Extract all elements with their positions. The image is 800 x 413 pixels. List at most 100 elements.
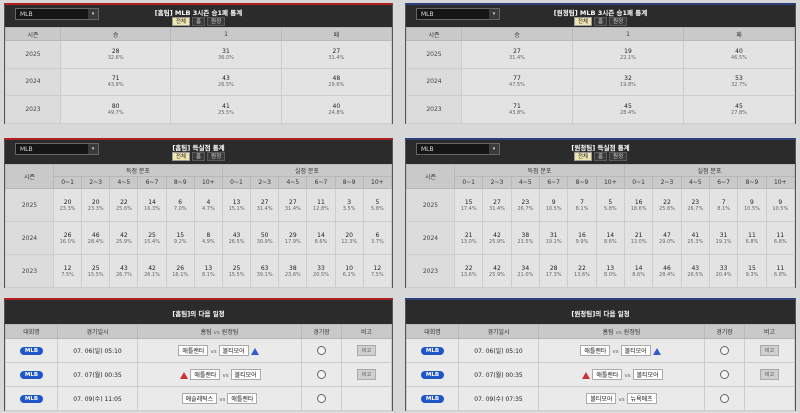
away-team[interactable]: 볼티모어 <box>620 345 651 356</box>
col-range: 2~3 <box>652 176 682 189</box>
home-team[interactable]: 볼티모어 <box>586 393 617 404</box>
table-row: MLB 07. 09(수) 11:05 애슬레틱스 vs 애틀랜타 <box>5 386 392 411</box>
table-row: 2024 21 13.0% 42 25.9% 38 23.5% 31 19.1% 16 9.9% 14… <box>406 221 796 255</box>
score-cell: 28 17.3% <box>538 254 569 288</box>
score-cell: 10 6.2% <box>334 254 364 288</box>
table-row: MLB 07. 06(일) 05:10 애틀랜타 vs 볼티모어 비고 <box>5 338 392 363</box>
col-match: 홈팀 vs 원정팀 <box>538 324 705 339</box>
score-cell: 14 8.6% <box>623 254 654 288</box>
score-cell: 15 17.4% <box>453 188 484 222</box>
match-cell: 애틀랜타 vs 볼티모어 <box>137 362 302 387</box>
col-range: 8~9 <box>165 176 195 189</box>
tab-all[interactable]: 전체 <box>171 152 190 161</box>
score-cell: 20 23.3% <box>52 188 83 222</box>
home-team[interactable]: 애틀랜타 <box>178 345 209 356</box>
home-team[interactable]: 애슬레틱스 <box>181 393 218 404</box>
score-cell: 12 7.5% <box>52 254 83 288</box>
score-cell: 46 28.4% <box>81 221 111 255</box>
away-team[interactable]: 볼티모어 <box>632 369 663 380</box>
score-cell: 23 26.7% <box>510 188 540 222</box>
home-team[interactable]: 애틀랜타 <box>580 345 611 356</box>
away-team[interactable]: 볼티모어 <box>230 369 261 380</box>
score-cell: 13 8.0% <box>595 254 625 288</box>
score-cell: 20 23.3% <box>81 188 111 222</box>
score-cell: 15 9.2% <box>165 221 195 255</box>
table-row: 2024 26 16.0% 46 28.4% 42 25.9% 25 15.4% 15 9.2% 8 4… <box>5 221 393 255</box>
home-team[interactable]: 애틀랜타 <box>190 369 221 380</box>
note-button[interactable]: 비고 <box>356 369 377 380</box>
table-row: 2024 77 47.5% 32 19.8% 53 32.7% <box>406 67 795 97</box>
tab-away[interactable]: 원정 <box>609 152 628 161</box>
table-row: MLB 07. 07(월) 00:35 애틀랜타 vs 볼티모어 비고 <box>5 362 392 387</box>
col-range: 0~1 <box>52 176 83 189</box>
table-row: 2023 71 43.8% 45 28.4% 45 27.8% <box>406 95 795 124</box>
score-cell: 46 28.4% <box>652 254 682 288</box>
table-row: 2023 12 7.5% 25 15.5% 43 26.7% 42 26.1% 26 16.1% 13… <box>5 254 393 288</box>
tab-all[interactable]: 전체 <box>171 17 190 26</box>
away-team[interactable]: 볼티모어 <box>218 345 249 356</box>
score-cell: 33 20.4% <box>708 254 739 288</box>
col-range: 6~7 <box>137 176 167 189</box>
col-range: 0~1 <box>623 176 654 189</box>
score-cell: 38 23.6% <box>278 254 308 288</box>
score-cell: 33 20.5% <box>306 254 336 288</box>
baseball-icon[interactable] <box>720 370 729 379</box>
match-cell: 애틀랜타 vs 볼티모어 <box>538 338 705 363</box>
season-cell: 2025 <box>5 188 54 222</box>
score-cell: 4 4.7% <box>193 188 223 222</box>
pitcher-icon <box>582 372 591 379</box>
tab-home[interactable]: 홈 <box>191 152 206 161</box>
note-button[interactable]: 비고 <box>759 345 780 356</box>
tab-home[interactable]: 홈 <box>191 17 206 26</box>
tab-away[interactable]: 원정 <box>207 17 226 26</box>
score-cell: 13 15.1% <box>221 188 252 222</box>
col-range: 4~5 <box>680 176 710 189</box>
col-draw: 1 <box>572 27 684 41</box>
baseball-icon[interactable] <box>317 370 326 379</box>
score-cell: 27 31.4% <box>278 188 308 222</box>
league-badge: MLB <box>420 370 445 379</box>
score-cell: 26 16.1% <box>165 254 195 288</box>
score-cell: 41 25.3% <box>680 221 710 255</box>
tab-all[interactable]: 전체 <box>573 17 592 26</box>
col-scored: 득점 분포 <box>454 164 625 177</box>
score-cell: 22 25.6% <box>652 188 682 222</box>
score-cell: 14 8.6% <box>306 221 336 255</box>
match-cell: 애슬레틱스 vs 애틀랜타 <box>137 386 302 411</box>
score-cell: 7 8.1% <box>708 188 739 222</box>
tab-group: 전체 홈 원정 <box>5 152 392 161</box>
col-venue: 경기장 <box>301 324 342 339</box>
col-range: 6~7 <box>708 176 739 189</box>
score-cell: 16 9.9% <box>567 221 597 255</box>
col-range: 8~9 <box>567 176 597 189</box>
score-cell: 6 3.7% <box>362 221 393 255</box>
baseball-icon[interactable] <box>317 346 326 355</box>
tab-away[interactable]: 원정 <box>609 17 628 26</box>
tab-home[interactable]: 홈 <box>593 17 608 26</box>
match-date: 07. 07(월) 00:35 <box>458 362 539 387</box>
note-button[interactable]: 비고 <box>759 369 780 380</box>
col-range: 4~5 <box>278 176 308 189</box>
score-cell: 22 13.6% <box>567 254 597 288</box>
tab-all[interactable]: 전체 <box>573 152 592 161</box>
table-row: 2025 15 17.4% 27 31.4% 23 26.7% 9 10.5% 7 8.1% 5 5.8… <box>406 188 796 222</box>
baseball-icon[interactable] <box>720 394 729 403</box>
tab-home[interactable]: 홈 <box>593 152 608 161</box>
away-team[interactable]: 애틀랜타 <box>227 393 258 404</box>
score-cell: 6 7.0% <box>165 188 195 222</box>
away-team[interactable]: 뉴욕메츠 <box>626 393 657 404</box>
tab-away[interactable]: 원정 <box>207 152 226 161</box>
score-cell: 22 25.6% <box>109 188 139 222</box>
score-cell: 9 10.5% <box>765 188 796 222</box>
baseball-icon[interactable] <box>317 394 326 403</box>
baseball-icon[interactable] <box>720 346 729 355</box>
pitcher-icon <box>652 348 661 355</box>
panel-title: [원정팀] MLB 3시즌 승1패 통계 <box>553 9 648 17</box>
season-cell: 2023 <box>5 254 54 288</box>
col-range: 4~5 <box>109 176 139 189</box>
score-cell: 26 16.0% <box>52 221 83 255</box>
table-row: 2025 28 32.6% 31 36.0% 27 31.4% <box>5 40 393 69</box>
note-button[interactable]: 비고 <box>356 345 377 356</box>
score-cell: 21 13.0% <box>453 221 484 255</box>
home-team[interactable]: 애틀랜타 <box>592 369 623 380</box>
